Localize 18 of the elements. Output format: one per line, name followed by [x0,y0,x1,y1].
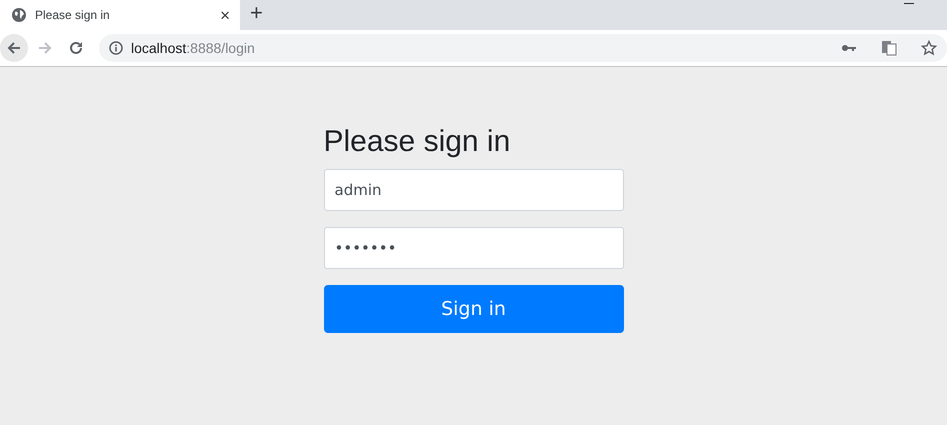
star-icon[interactable] [921,40,937,56]
password-field[interactable]: ••••••• [324,227,624,269]
back-button[interactable] [0,34,28,62]
sign-in-button[interactable]: Sign in [324,285,624,333]
new-tab-button[interactable]: + [250,2,263,24]
forward-arrow-icon [37,40,53,56]
back-arrow-icon [6,40,22,56]
globe-icon [12,8,26,22]
form-heading: Please sign in [324,124,512,160]
browser-tab[interactable]: Please sign in × [0,0,240,30]
reload-icon [68,40,84,56]
close-tab-button[interactable]: × [220,6,230,24]
url-path: :8888/login [186,40,255,56]
address-bar[interactable]: localhost:8888/login [99,34,947,62]
tab-title: Please sign in [35,8,111,22]
info-icon [109,41,123,55]
username-field[interactable]: admin [324,169,624,211]
url-host: localhost [131,40,186,56]
